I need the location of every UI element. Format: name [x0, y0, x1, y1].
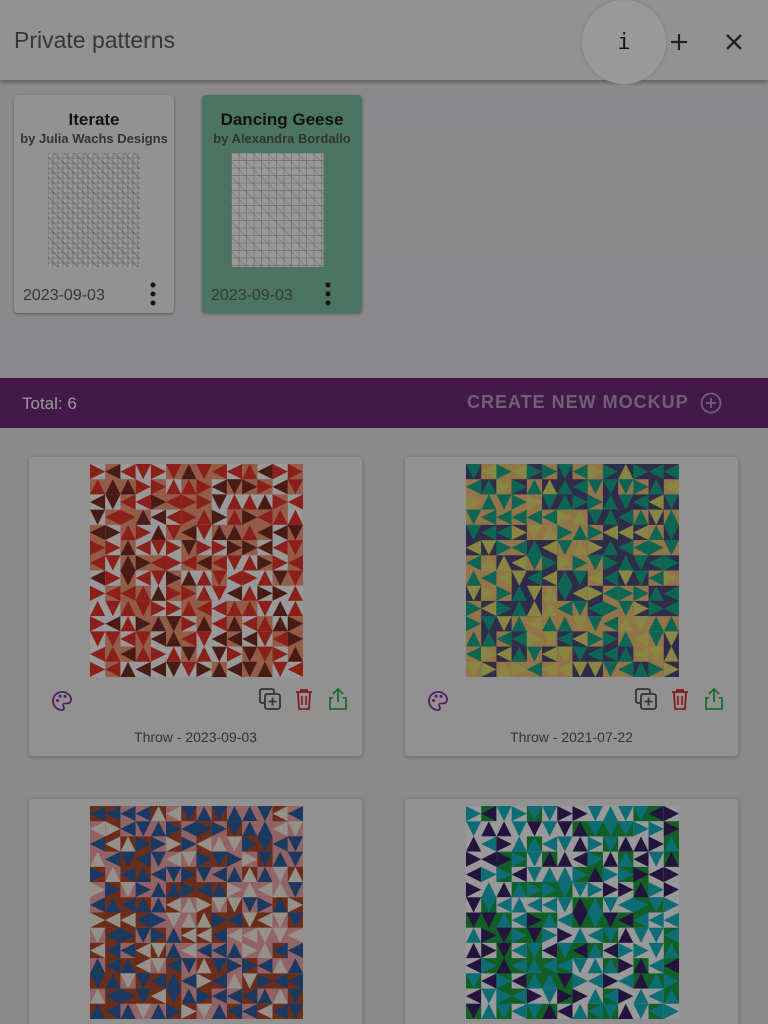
mockup-card[interactable]: Throw - 2021-07-22: [405, 457, 738, 756]
mockup-card[interactable]: Throw - 2023-09-03: [29, 457, 362, 756]
more-vert-icon[interactable]: [146, 281, 160, 307]
share-icon[interactable]: [703, 687, 725, 711]
mockup-preview: [466, 806, 679, 1019]
mockup-preview: [466, 464, 679, 677]
mockups-bar: Total: 6 CREATE NEW MOCKUP: [0, 378, 768, 428]
palette-icon[interactable]: [427, 690, 449, 712]
pattern-thumbnail: [48, 153, 140, 267]
pattern-date: 2023-09-03: [211, 287, 293, 304]
mockup-label: Throw - 2021-07-22: [510, 729, 633, 745]
add-circle-icon[interactable]: [700, 392, 722, 414]
pattern-card[interactable]: Dancing Geese by Alexandra Bordallo 2023…: [202, 95, 362, 313]
mockup-preview: [90, 806, 303, 1019]
mockup-label: Throw - 2023-09-03: [134, 729, 257, 745]
pattern-shelf: Iterate by Julia Wachs Designs 2023-09-0…: [0, 80, 768, 378]
mockup-card[interactable]: [405, 799, 738, 1024]
delete-icon[interactable]: [669, 687, 691, 711]
more-vert-icon[interactable]: [321, 281, 335, 307]
plus-icon: [671, 34, 687, 50]
pattern-name: Iterate: [68, 110, 120, 129]
pattern-name: Dancing Geese: [220, 110, 344, 129]
mockup-preview: [90, 464, 303, 677]
duplicate-icon[interactable]: [634, 687, 658, 711]
share-icon[interactable]: [327, 687, 349, 711]
mockup-card[interactable]: [29, 799, 362, 1024]
pattern-thumbnail: [221, 153, 334, 267]
pattern-author: by Alexandra Bordallo: [213, 131, 351, 146]
palette-icon[interactable]: [51, 690, 73, 712]
duplicate-icon[interactable]: [258, 687, 282, 711]
delete-icon[interactable]: [293, 687, 315, 711]
total-count: Total: 6: [22, 394, 77, 413]
pattern-date: 2023-09-03: [23, 287, 105, 304]
pattern-card[interactable]: Iterate by Julia Wachs Designs 2023-09-0…: [14, 95, 174, 313]
info-icon: i: [617, 29, 631, 55]
pattern-author: by Julia Wachs Designs: [20, 131, 168, 146]
app-header: Private patterns i: [0, 0, 768, 84]
close-button[interactable]: [714, 22, 754, 62]
close-icon: [726, 34, 742, 50]
info-button[interactable]: i: [582, 0, 666, 84]
create-mockup-button[interactable]: CREATE NEW MOCKUP: [467, 392, 689, 413]
page-title: Private patterns: [14, 27, 176, 53]
